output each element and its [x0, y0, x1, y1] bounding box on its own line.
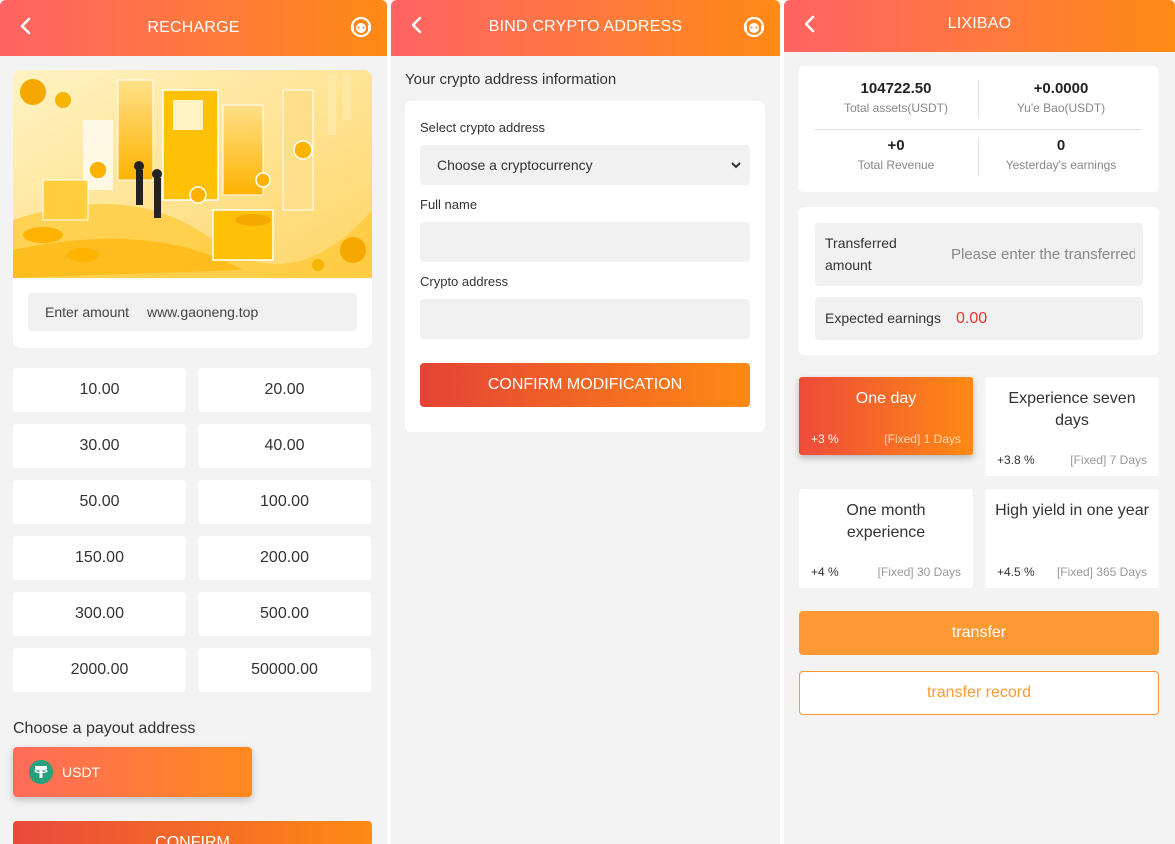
expected-earnings-label: Expected earnings — [825, 310, 941, 326]
enter-amount-field[interactable]: Enter amount www.gaoneng.top — [28, 293, 357, 331]
crypto-address-input[interactable] — [420, 299, 750, 339]
stats-card: 104722.50 Total assets(USDT) +0.0000 Yu'… — [798, 66, 1159, 192]
expected-earnings-value: 0.00 — [956, 310, 988, 327]
plan-rate: +3 % — [811, 432, 839, 446]
chevron-down-icon — [731, 162, 741, 169]
divider — [978, 80, 979, 118]
banner-card: Enter amount www.gaoneng.top — [13, 70, 372, 348]
stat-value: +0 — [887, 137, 905, 154]
select-crypto-label: Select crypto address — [420, 120, 546, 135]
recharge-header: RECHARGE — [0, 0, 387, 56]
stat-yuebao: +0.0000 Yu'e Bao(USDT) — [979, 80, 1143, 115]
lixibao-panel: LIXIBAO 104722.50 Total assets(USDT) +0.… — [784, 0, 1175, 844]
plan-name: Experience seven days — [1008, 390, 1136, 429]
amount-option[interactable]: 500.00 — [198, 592, 371, 636]
expected-earnings-row: Expected earnings 0.00 — [815, 297, 1143, 340]
plan-rate: +4 % — [811, 565, 839, 579]
stat-label: Yu'e Bao(USDT) — [1016, 101, 1106, 115]
plan-term: [Fixed] 30 Days — [877, 565, 961, 579]
stat-label: Total Revenue — [857, 158, 935, 172]
amount-option[interactable]: 200.00 — [198, 536, 371, 580]
page-title: RECHARGE — [147, 19, 240, 36]
divider — [814, 129, 1142, 130]
plan-name: One day — [855, 390, 917, 407]
amount-option[interactable]: 100.00 — [198, 480, 371, 524]
plan-option[interactable]: High yield in one year +4.5 % [Fixed] 36… — [985, 489, 1159, 588]
amount-label: Enter amount — [45, 304, 130, 320]
crypto-select-value: Choose a cryptocurrency — [437, 157, 593, 173]
amount-option[interactable]: 150.00 — [13, 536, 186, 580]
transfer-amount-label: Transferred amount — [825, 235, 897, 273]
stat-value: 104722.50 — [860, 80, 932, 97]
plan-name: One month experience — [846, 502, 926, 541]
address-form: Select crypto address Choose a cryptocur… — [405, 101, 765, 432]
transfer-amount-field[interactable]: Transferred amount Please enter the tran… — [815, 223, 1143, 286]
amount-option[interactable]: 300.00 — [13, 592, 186, 636]
crypto-select[interactable]: Choose a cryptocurrency — [420, 145, 750, 185]
section-title: Your crypto address information — [405, 71, 617, 88]
crypto-address-label: Crypto address — [420, 274, 509, 289]
transfer-button[interactable]: transfer — [799, 611, 1159, 655]
stat-total-revenue: +0 Total Revenue — [814, 137, 978, 172]
fullname-label: Full name — [420, 197, 478, 212]
bind-address-panel: BIND CRYPTO ADDRESS Your crypto address … — [391, 0, 780, 844]
plan-option[interactable]: One month experience +4 % [Fixed] 30 Day… — [799, 489, 973, 588]
stat-label: Total assets(USDT) — [843, 101, 949, 115]
recharge-panel: RECHARGE Enter amount www.gaoneng.top 10… — [0, 0, 387, 844]
plan-name: High yield in one year — [995, 502, 1149, 519]
plan-option[interactable]: Experience seven days +3.8 % [Fixed] 7 D… — [985, 377, 1159, 476]
stat-value: 0 — [1056, 137, 1066, 154]
bind-header: BIND CRYPTO ADDRESS — [391, 0, 780, 56]
plan-rate: +4.5 % — [997, 565, 1035, 579]
transfer-amount-placeholder: Please enter the transferred amount — [951, 246, 1135, 263]
amount-option[interactable]: 10.00 — [13, 368, 186, 412]
page-title: LIXIBAO — [947, 15, 1012, 32]
plan-term: [Fixed] 7 Days — [1070, 453, 1147, 467]
customer-service-icon[interactable] — [349, 15, 373, 39]
amount-option[interactable]: 40.00 — [198, 424, 371, 468]
stat-value: +0.0000 — [1033, 80, 1089, 97]
amount-option[interactable]: 50000.00 — [198, 648, 371, 692]
confirm-button[interactable]: CONFIRM — [13, 821, 372, 844]
page-title: BIND CRYPTO ADDRESS — [488, 18, 683, 35]
transfer-record-button[interactable]: transfer record — [799, 671, 1159, 715]
stat-yesterday-earnings: 0 Yesterday's earnings — [979, 137, 1143, 172]
stat-total-assets: 104722.50 Total assets(USDT) — [814, 80, 978, 115]
confirm-modification-button[interactable]: CONFIRM MODIFICATION — [420, 363, 750, 407]
customer-service-icon[interactable] — [742, 15, 766, 39]
fullname-input[interactable] — [420, 222, 750, 262]
usdt-label: USDT — [62, 764, 101, 780]
transfer-card: Transferred amount Please enter the tran… — [798, 207, 1159, 355]
amount-option[interactable]: 50.00 — [13, 480, 186, 524]
plan-term: [Fixed] 1 Days — [884, 432, 961, 446]
plan-term: [Fixed] 365 Days — [1056, 565, 1147, 579]
amount-option[interactable]: 30.00 — [13, 424, 186, 468]
divider — [978, 138, 979, 176]
stat-label: Yesterday's earnings — [1005, 158, 1117, 172]
usdt-payout-option[interactable]: USDT — [13, 747, 252, 797]
plan-rate: +3.8 % — [997, 453, 1035, 467]
finance-illustration — [13, 70, 372, 278]
plan-option[interactable]: One day +3 % [Fixed] 1 Days — [799, 377, 973, 455]
amount-placeholder: www.gaoneng.top — [146, 304, 259, 320]
amount-option[interactable]: 20.00 — [198, 368, 371, 412]
tether-icon — [29, 760, 53, 784]
amount-option[interactable]: 2000.00 — [13, 648, 186, 692]
lixibao-header: LIXIBAO — [784, 0, 1175, 52]
payout-title: Choose a payout address — [13, 720, 196, 737]
